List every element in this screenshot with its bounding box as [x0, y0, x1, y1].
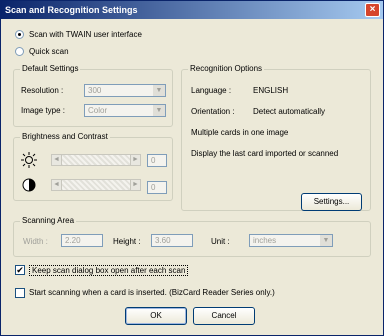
- resolution-label: Resolution :: [21, 86, 64, 95]
- slider-left-arrow-icon[interactable]: ◄: [52, 180, 62, 190]
- close-button[interactable]: ×: [365, 3, 380, 17]
- chevron-down-icon: ▼: [153, 85, 165, 96]
- multiple-cards-text: Multiple cards in one image: [191, 128, 289, 137]
- display-last-card-text: Display the last card imported or scanne…: [191, 149, 339, 158]
- brightness-contrast-legend: Brightness and Contrast: [20, 132, 110, 141]
- language-value: ENGLISH: [253, 86, 289, 95]
- scanning-area-legend: Scanning Area: [20, 216, 77, 225]
- scan-settings-dialog: Scan and Recognition Settings × Scan wit…: [0, 0, 384, 336]
- language-label: Language :: [191, 86, 232, 95]
- scan-twain-label: Scan with TWAIN user interface: [29, 30, 142, 39]
- slider-left-arrow-icon[interactable]: ◄: [52, 155, 62, 165]
- default-settings-legend: Default Settings: [20, 64, 81, 73]
- quick-scan-label: Quick scan: [29, 47, 69, 56]
- quick-scan-radio[interactable]: [15, 47, 24, 56]
- image-type-value: Color: [88, 106, 108, 115]
- chevron-down-icon: ▼: [153, 105, 165, 116]
- brightness-slider[interactable]: ◄ ►: [51, 154, 141, 166]
- width-label: Width :: [23, 237, 48, 246]
- slider-right-arrow-icon[interactable]: ►: [130, 155, 140, 165]
- ok-button[interactable]: OK: [125, 307, 187, 325]
- keep-open-checkbox[interactable]: ✔: [15, 265, 25, 275]
- unit-select[interactable]: inches ▼: [249, 234, 333, 247]
- start-on-insert-checkbox[interactable]: [15, 288, 25, 298]
- slider-right-arrow-icon[interactable]: ►: [130, 180, 140, 190]
- contrast-slider[interactable]: ◄ ►: [51, 179, 141, 191]
- image-type-label: Image type :: [21, 106, 66, 115]
- unit-label: Unit :: [211, 237, 230, 246]
- scan-twain-radio[interactable]: [15, 30, 24, 39]
- contrast-value-field[interactable]: 0: [147, 181, 167, 194]
- recognition-options-legend: Recognition Options: [188, 64, 265, 73]
- brightness-value-field[interactable]: 0: [147, 154, 167, 167]
- start-on-insert-label: Start scanning when a card is inserted. …: [29, 288, 275, 297]
- title-bar: Scan and Recognition Settings: [1, 1, 383, 19]
- height-label: Height :: [113, 237, 141, 246]
- image-type-select[interactable]: Color ▼: [84, 104, 166, 117]
- contrast-icon: [22, 178, 36, 194]
- unit-value: inches: [253, 236, 277, 245]
- resolution-value: 300: [88, 86, 102, 95]
- brightness-icon: [21, 152, 37, 170]
- keep-open-label: Keep scan dialog box open after each sca…: [29, 265, 189, 276]
- orientation-label: Orientation :: [191, 107, 235, 116]
- dialog-title: Scan and Recognition Settings: [5, 5, 138, 15]
- settings-button[interactable]: Settings...: [301, 193, 362, 211]
- cancel-button[interactable]: Cancel: [193, 307, 255, 325]
- default-settings-group: Default Settings: [13, 64, 173, 127]
- height-field[interactable]: 3.60: [151, 234, 193, 247]
- chevron-down-icon: ▼: [320, 235, 332, 246]
- orientation-value: Detect automatically: [253, 107, 326, 116]
- resolution-select[interactable]: 300 ▼: [84, 84, 166, 97]
- width-field[interactable]: 2.20: [61, 234, 103, 247]
